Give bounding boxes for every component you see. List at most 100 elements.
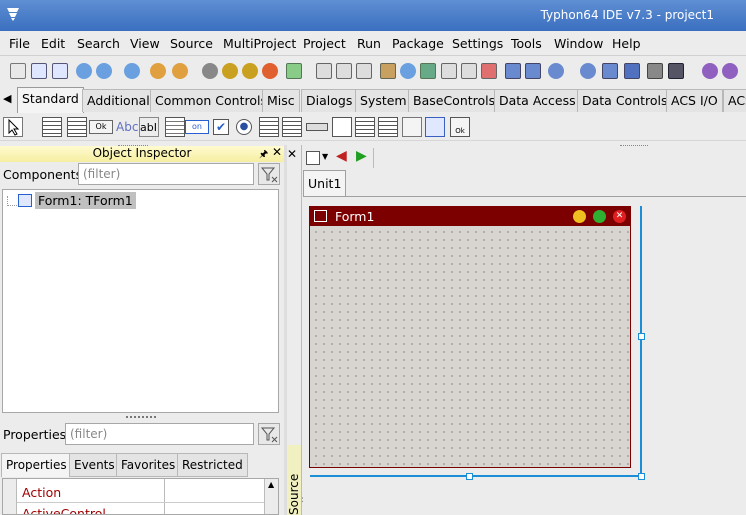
- jump-icon[interactable]: [420, 63, 436, 79]
- components-filter-input[interactable]: (filter): [78, 163, 254, 185]
- tab-acs-io[interactable]: ACS I/O: [666, 89, 723, 112]
- resize-handle-right[interactable]: [638, 333, 645, 340]
- memo-icon[interactable]: [165, 117, 185, 137]
- pin-icon[interactable]: 🖈: [259, 147, 268, 164]
- tab-standard[interactable]: Standard: [17, 87, 84, 113]
- tools-icon[interactable]: [647, 63, 663, 79]
- form-client-area[interactable]: [310, 226, 630, 467]
- options-gear-icon[interactable]: [722, 63, 738, 79]
- selection-pointer-icon[interactable]: [3, 117, 23, 137]
- groupbox-icon[interactable]: [332, 117, 352, 137]
- back-arrow-icon[interactable]: ◀: [336, 148, 347, 164]
- close-icon[interactable]: ✕: [272, 145, 282, 159]
- menu-help[interactable]: Help: [612, 36, 641, 51]
- view-units-icon[interactable]: [286, 63, 302, 79]
- panel-icon[interactable]: [402, 117, 422, 137]
- scrollbar-icon[interactable]: [306, 123, 328, 131]
- property-scrollbar[interactable]: ▲: [264, 479, 278, 514]
- toggle-box-icon[interactable]: on: [185, 120, 209, 134]
- debug-icon[interactable]: [505, 63, 521, 79]
- splitter-grip[interactable]: [126, 416, 156, 419]
- search-icon[interactable]: [400, 63, 416, 79]
- menu-search[interactable]: Search: [77, 36, 120, 51]
- close-editor-icon[interactable]: ✕: [287, 147, 297, 161]
- project-options-icon[interactable]: [150, 63, 166, 79]
- diff-icon[interactable]: [481, 63, 497, 79]
- form-caption-bar[interactable]: Form1 ✕: [310, 207, 630, 226]
- listbox-icon[interactable]: [259, 117, 279, 137]
- settings-gear-icon[interactable]: [702, 63, 718, 79]
- main-menu-icon[interactable]: [42, 117, 62, 137]
- save-icon[interactable]: [316, 63, 332, 79]
- run-icon[interactable]: [242, 63, 258, 79]
- open-icon[interactable]: [76, 63, 92, 79]
- chevron-down-icon[interactable]: ▼: [322, 152, 328, 161]
- add-to-project-icon[interactable]: [172, 63, 188, 79]
- properties-filter-input[interactable]: (filter): [65, 423, 254, 445]
- tab-data-access[interactable]: Data Access: [494, 89, 581, 112]
- tab-misc[interactable]: Misc: [262, 89, 300, 112]
- maximize-icon[interactable]: [593, 210, 606, 223]
- designer-form[interactable]: Form1 ✕: [309, 206, 631, 468]
- tab-favorites[interactable]: Favorites: [116, 453, 181, 477]
- edit-icon[interactable]: [380, 63, 396, 79]
- tree-item-form1[interactable]: Form1: TForm1: [35, 192, 136, 209]
- step-into-icon[interactable]: [525, 63, 541, 79]
- edit-icon-palette[interactable]: abI: [139, 117, 159, 137]
- package-icon[interactable]: [580, 63, 596, 79]
- build-icon[interactable]: [202, 63, 218, 79]
- save-all-icon[interactable]: [336, 63, 352, 79]
- toggle-form-icon[interactable]: [441, 63, 457, 79]
- frame-icon[interactable]: [425, 117, 445, 137]
- menu-project[interactable]: Project: [303, 36, 346, 51]
- open-recent-icon[interactable]: [96, 63, 112, 79]
- forward-arrow-icon[interactable]: ▶: [356, 148, 367, 164]
- monitor-icon[interactable]: [668, 63, 684, 79]
- menu-window[interactable]: Window: [554, 36, 603, 51]
- scroll-left-icon[interactable]: ◀: [3, 92, 11, 105]
- tab-restricted[interactable]: Restricted: [177, 453, 248, 477]
- tab-common-controls[interactable]: Common Controls: [150, 89, 272, 112]
- checkbox-icon[interactable]: ✔: [213, 119, 229, 135]
- menu-package[interactable]: Package: [392, 36, 444, 51]
- menu-edit[interactable]: Edit: [41, 36, 65, 51]
- compile-icon[interactable]: [222, 63, 238, 79]
- checkgroup-icon[interactable]: [378, 117, 398, 137]
- properties-filter-clear-icon[interactable]: [258, 423, 280, 445]
- tab-basecontrols[interactable]: BaseControls: [408, 89, 501, 112]
- tab-dialogs[interactable]: Dialogs: [301, 89, 358, 112]
- find-icon[interactable]: [124, 63, 140, 79]
- combobox-icon[interactable]: [282, 117, 302, 137]
- property-row-name[interactable]: ActiveControl: [22, 506, 106, 514]
- tab-data-controls[interactable]: Data Controls: [577, 89, 673, 112]
- new-file-icon[interactable]: [10, 63, 26, 79]
- tab-system[interactable]: System: [355, 89, 412, 112]
- tab-unit1[interactable]: Unit1: [303, 170, 347, 196]
- stop-icon[interactable]: [262, 63, 278, 79]
- step-over-icon[interactable]: [548, 63, 564, 79]
- menu-file[interactable]: File: [9, 36, 30, 51]
- tab-properties[interactable]: Properties: [1, 453, 72, 477]
- menu-source[interactable]: Source: [170, 36, 213, 51]
- menu-tools[interactable]: Tools: [511, 36, 542, 51]
- actionlist-icon[interactable]: Ok: [450, 117, 470, 137]
- menu-view[interactable]: View: [130, 36, 160, 51]
- editor-menu-icon[interactable]: [306, 151, 320, 165]
- property-row-name[interactable]: Action: [22, 485, 61, 500]
- tab-additional[interactable]: Additional: [82, 89, 155, 112]
- close-file-icon[interactable]: [356, 63, 372, 79]
- tab-acs[interactable]: ACS: [723, 89, 746, 112]
- label-icon[interactable]: Abc: [116, 117, 138, 137]
- resize-handle-bottom[interactable]: [466, 473, 473, 480]
- resize-handle-corner[interactable]: [638, 473, 645, 480]
- popup-menu-icon[interactable]: [67, 117, 87, 137]
- menu-multiproject[interactable]: MultiProject: [223, 36, 296, 51]
- components-filter-clear-icon[interactable]: [258, 163, 280, 185]
- radio-button-icon[interactable]: ●: [236, 119, 252, 135]
- minimize-icon[interactable]: [573, 210, 586, 223]
- close-form-icon[interactable]: ✕: [613, 210, 626, 223]
- menu-settings[interactable]: Settings: [452, 36, 503, 51]
- tab-events[interactable]: Events: [69, 453, 120, 477]
- new-unit-icon[interactable]: [31, 63, 47, 79]
- layout-icon[interactable]: [602, 63, 618, 79]
